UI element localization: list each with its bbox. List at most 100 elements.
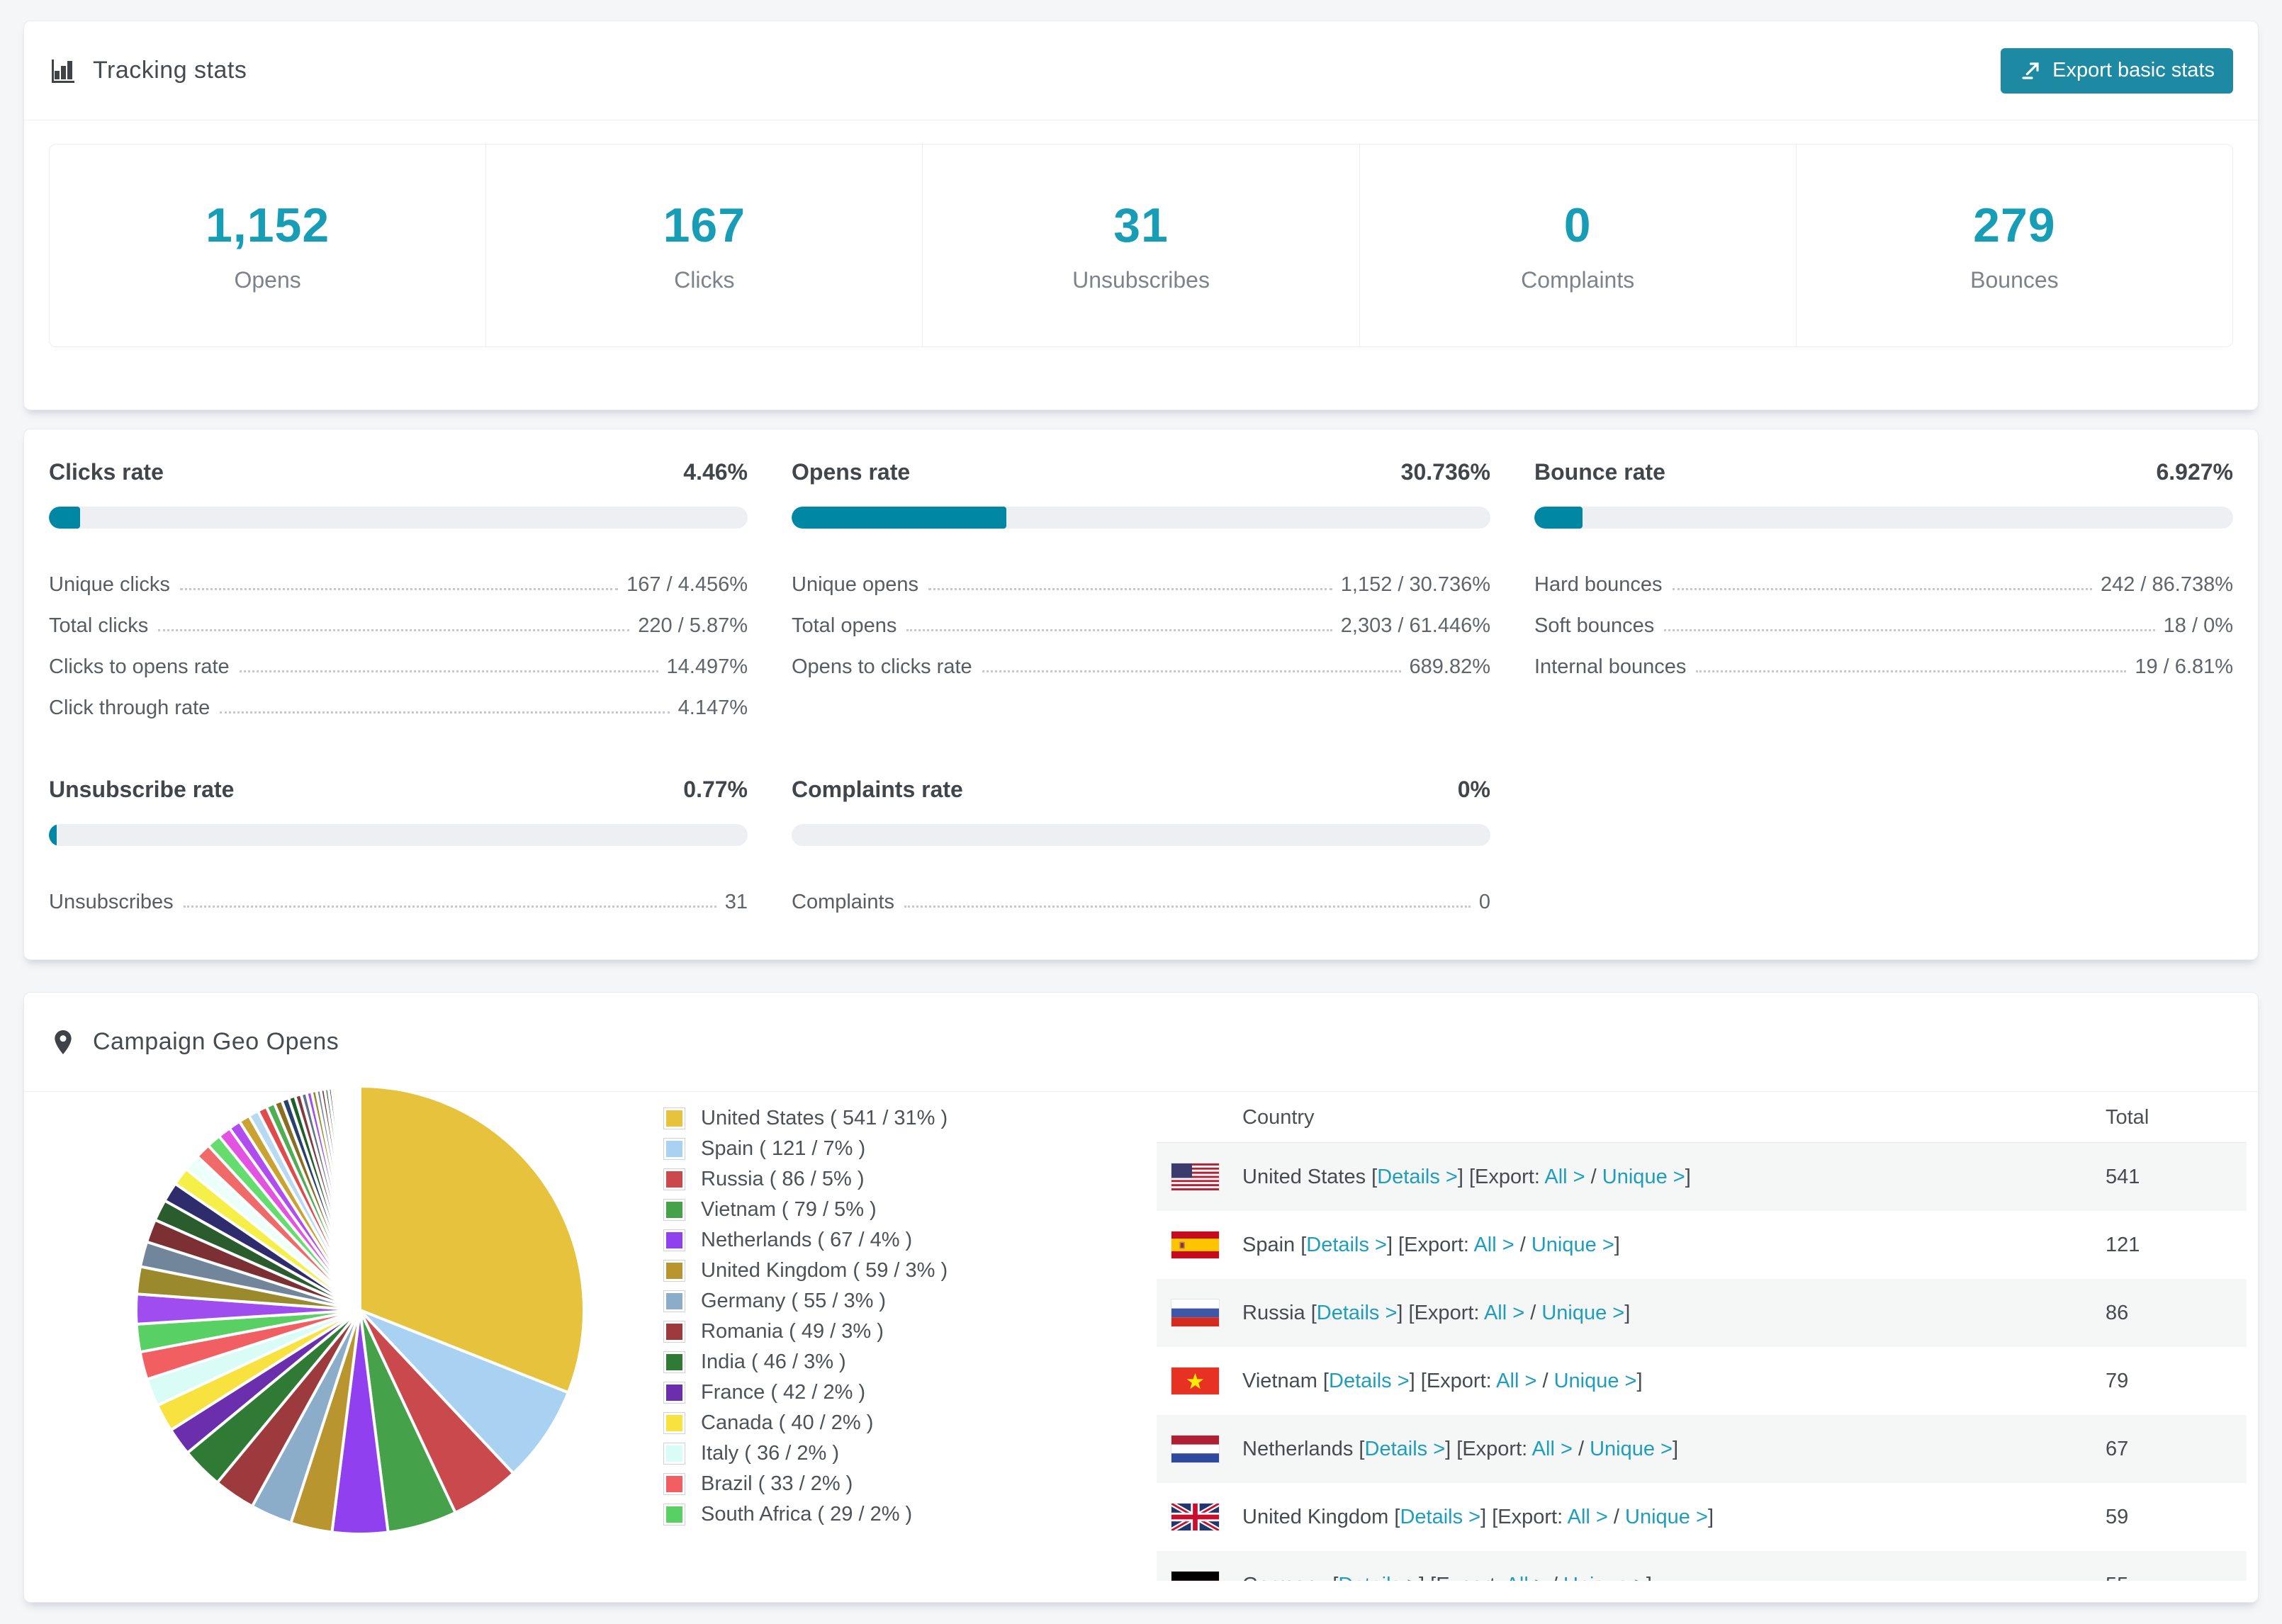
export-unique-link[interactable]: Unique > bbox=[1625, 1506, 1708, 1528]
legend-label: United Kingdom ( 59 / 3% ) bbox=[701, 1259, 948, 1282]
legend-item: Netherlands ( 67 / 4% ) bbox=[663, 1229, 948, 1251]
table-row-de: Germany [Details >] [Export: All > / Uni… bbox=[1157, 1551, 2247, 1581]
table-row-us: United States [Details >] [Export: All >… bbox=[1157, 1143, 2247, 1211]
rate-panel-unsubscribe: Unsubscribe rate 0.77% Unsubscribes 31 bbox=[49, 777, 748, 914]
rate-panel-bounce: Bounce rate 6.927% Hard bounces 242 / 86… bbox=[1534, 459, 2233, 720]
rate-panel-complaints: Complaints rate 0% Complaints 0 bbox=[792, 777, 1490, 914]
stat-label: Opens bbox=[234, 267, 301, 293]
stat-value: 0 bbox=[1563, 198, 1592, 252]
table-row-nl: Netherlands [Details >] [Export: All > /… bbox=[1157, 1415, 2247, 1483]
export-all-link[interactable]: All > bbox=[1568, 1506, 1608, 1528]
geo-header: Campaign Geo Opens bbox=[24, 993, 2258, 1092]
dotted-leader bbox=[158, 629, 630, 631]
rates-card: Clicks rate 4.46% Unique clicks 167 / 4.… bbox=[23, 429, 2259, 960]
country-cell: Spain [Details >] [Export: All > / Uniqu… bbox=[1242, 1233, 1620, 1256]
export-basic-stats-button[interactable]: Export basic stats bbox=[2001, 47, 2233, 94]
progress-bar bbox=[49, 507, 748, 529]
export-all-link[interactable]: All > bbox=[1544, 1166, 1585, 1188]
summary-stat-unsubscribes: 31 Unsubscribes bbox=[922, 145, 1359, 346]
stat-value: 1,152 bbox=[206, 198, 330, 252]
rate-row: Internal bounces 19 / 6.81% bbox=[1534, 655, 2233, 678]
total-cell: 67 bbox=[2106, 1437, 2129, 1460]
total-cell: 79 bbox=[2106, 1369, 2129, 1392]
table-row-gb: United Kingdom [Details >] [Export: All … bbox=[1157, 1483, 2247, 1551]
legend-swatch bbox=[663, 1107, 685, 1129]
dotted-leader bbox=[1664, 629, 2155, 631]
export-unique-link[interactable]: Unique > bbox=[1554, 1370, 1637, 1392]
legend-label: Germany ( 55 / 3% ) bbox=[701, 1290, 887, 1312]
column-header-country: Country bbox=[1242, 1106, 1315, 1129]
legend-swatch bbox=[663, 1504, 685, 1526]
ru-flag-icon bbox=[1171, 1299, 1220, 1327]
stat-value: 167 bbox=[663, 198, 746, 252]
export-icon bbox=[2022, 62, 2039, 79]
legend-label: Spain ( 121 / 7% ) bbox=[701, 1137, 866, 1160]
total-cell: 541 bbox=[2106, 1165, 2140, 1188]
country-cell: Vietnam [Details >] [Export: All > / Uni… bbox=[1242, 1369, 1643, 1392]
rate-row: Clicks to opens rate 14.497% bbox=[49, 655, 748, 678]
total-cell: 86 bbox=[2106, 1301, 2129, 1324]
dotted-leader bbox=[982, 670, 1401, 672]
rate-panel-clicks: Clicks rate 4.46% Unique clicks 167 / 4.… bbox=[49, 459, 748, 720]
vn-flag-icon bbox=[1171, 1367, 1220, 1395]
rate-row: Unique clicks 167 / 4.456% bbox=[49, 573, 748, 596]
export-all-link[interactable]: All > bbox=[1532, 1438, 1573, 1460]
progress-fill bbox=[49, 824, 57, 846]
legend-item: Russia ( 86 / 5% ) bbox=[663, 1168, 948, 1190]
export-unique-link[interactable]: Unique > bbox=[1590, 1438, 1673, 1460]
legend-item: Vietnam ( 79 / 5% ) bbox=[663, 1198, 948, 1221]
details-link[interactable]: Details > bbox=[1329, 1370, 1410, 1392]
details-link[interactable]: Details > bbox=[1317, 1302, 1398, 1324]
column-header-total: Total bbox=[2106, 1106, 2149, 1129]
export-unique-link[interactable]: Unique > bbox=[1541, 1302, 1624, 1324]
pie-slice bbox=[357, 1084, 361, 1311]
rate-row: Unsubscribes 31 bbox=[49, 891, 748, 913]
progress-bar bbox=[792, 507, 1490, 529]
stat-label: Unsubscribes bbox=[1072, 267, 1210, 293]
gb-flag-icon bbox=[1171, 1503, 1220, 1531]
export-unique-link[interactable]: Unique > bbox=[1531, 1234, 1614, 1256]
legend-swatch bbox=[663, 1199, 685, 1221]
nl-flag-icon bbox=[1171, 1435, 1220, 1463]
export-all-link[interactable]: All > bbox=[1506, 1574, 1546, 1581]
es-flag-icon bbox=[1171, 1231, 1220, 1259]
summary-stats-box: 1,152 Opens 167 Clicks 31 Unsubscribes 0 Compla… bbox=[49, 144, 2233, 347]
export-all-link[interactable]: All > bbox=[1473, 1234, 1514, 1256]
details-link[interactable]: Details > bbox=[1306, 1234, 1387, 1256]
export-all-link[interactable]: All > bbox=[1484, 1302, 1524, 1324]
legend-swatch bbox=[663, 1351, 685, 1373]
rate-value: 30.736% bbox=[1400, 459, 1490, 485]
geo-title: Campaign Geo Opens bbox=[93, 1028, 339, 1055]
details-link[interactable]: Details > bbox=[1400, 1506, 1480, 1528]
legend-label: Netherlands ( 67 / 4% ) bbox=[701, 1229, 913, 1251]
bar-chart-icon bbox=[49, 57, 77, 85]
geo-opens-pie-chart bbox=[133, 1083, 587, 1537]
dotted-leader bbox=[220, 711, 670, 714]
rate-value: 6.927% bbox=[2156, 459, 2233, 485]
details-link[interactable]: Details > bbox=[1365, 1438, 1446, 1460]
legend-swatch bbox=[663, 1412, 685, 1434]
details-link[interactable]: Details > bbox=[1338, 1574, 1419, 1581]
table-row-ru: Russia [Details >] [Export: All > / Uniq… bbox=[1157, 1279, 2247, 1347]
dotted-leader bbox=[906, 629, 1332, 631]
legend-swatch bbox=[663, 1260, 685, 1282]
rate-title: Bounce rate bbox=[1534, 459, 1665, 485]
rate-panel-opens: Opens rate 30.736% Unique opens 1,152 / … bbox=[792, 459, 1490, 720]
legend-swatch bbox=[663, 1321, 685, 1343]
rate-row: Click through rate 4.147% bbox=[49, 697, 748, 719]
legend-swatch bbox=[663, 1138, 685, 1160]
total-cell: 59 bbox=[2106, 1505, 2129, 1528]
page-title: Tracking stats bbox=[93, 57, 247, 84]
progress-bar bbox=[49, 824, 748, 846]
stat-label: Complaints bbox=[1521, 267, 1635, 293]
details-link[interactable]: Details > bbox=[1377, 1166, 1458, 1188]
legend-item: Brazil ( 33 / 2% ) bbox=[663, 1472, 948, 1495]
geo-opens-table: Country Total United States [Details >] … bbox=[1157, 1106, 2247, 1581]
export-all-link[interactable]: All > bbox=[1496, 1370, 1536, 1392]
legend-item: Italy ( 36 / 2% ) bbox=[663, 1442, 948, 1465]
export-unique-link[interactable]: Unique > bbox=[1563, 1574, 1646, 1581]
rate-row: Total clicks 220 / 5.87% bbox=[49, 614, 748, 637]
summary-stat-bounces: 279 Bounces bbox=[1795, 145, 2232, 346]
export-unique-link[interactable]: Unique > bbox=[1602, 1166, 1685, 1188]
rate-title: Clicks rate bbox=[49, 459, 164, 485]
